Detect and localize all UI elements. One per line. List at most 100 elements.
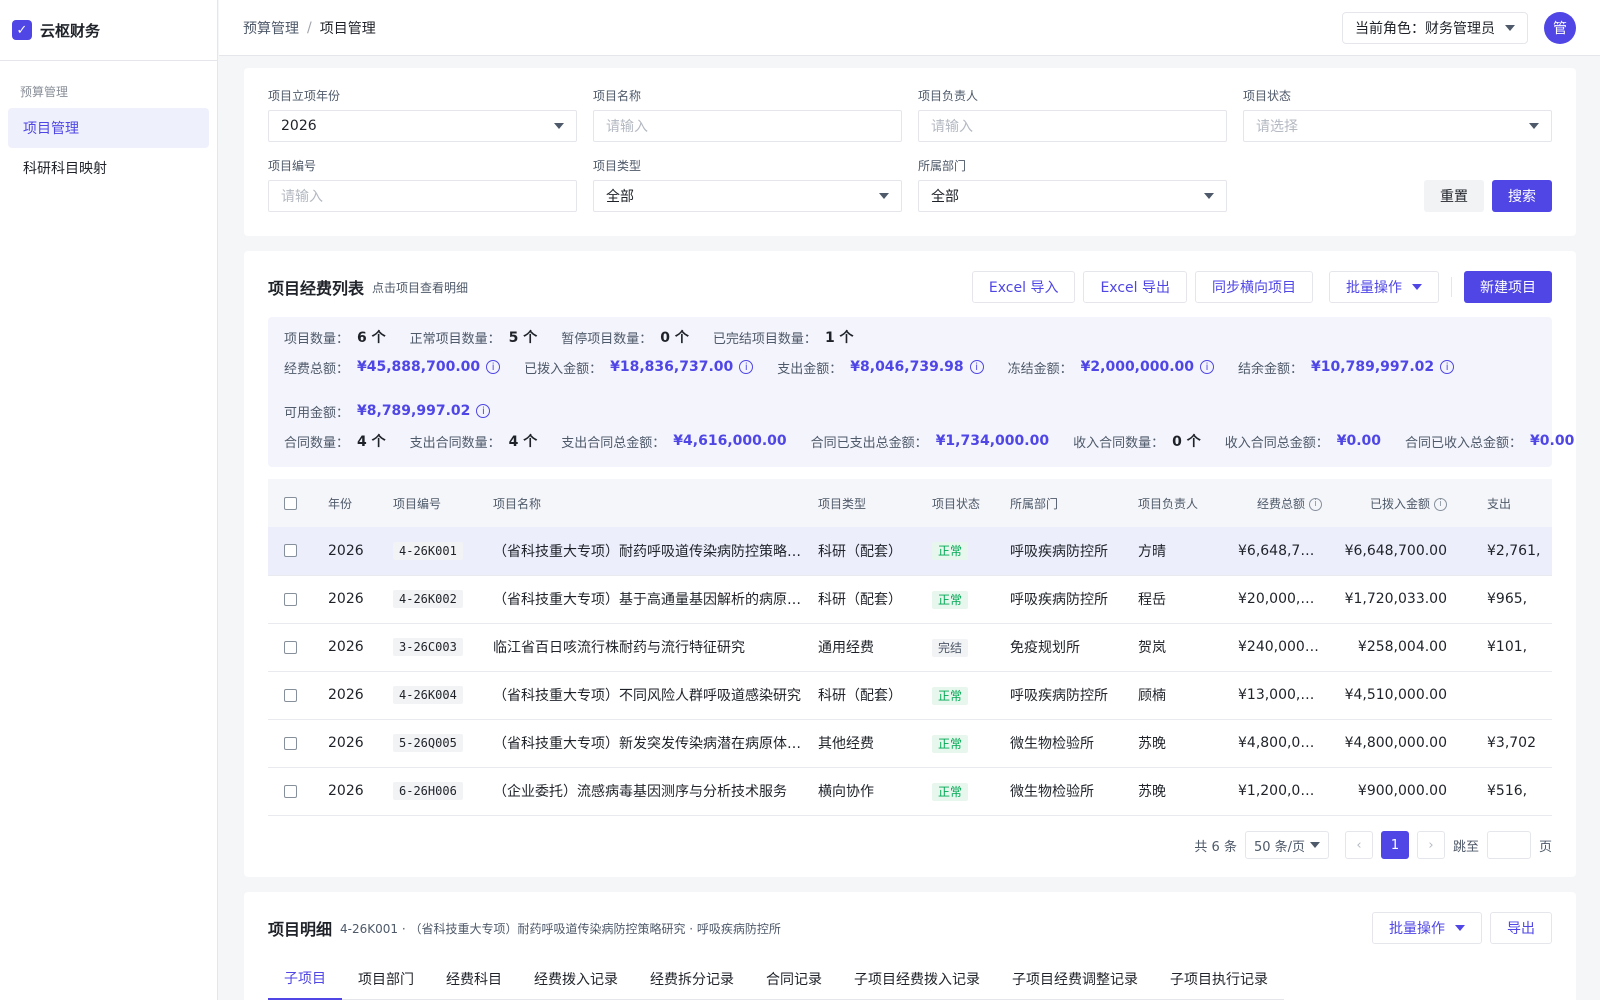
tab-project-dept[interactable]: 项目部门 — [342, 958, 430, 1000]
dept-select[interactable]: 全部 — [918, 180, 1227, 212]
search-button[interactable]: 搜索 — [1492, 180, 1552, 212]
owner-filter: 项目负责人 请输入 — [918, 88, 1227, 142]
table-row[interactable]: 2026 4-26K004 （省科技重大专项）不同风险人群呼吸道感染研究 科研（… — [268, 671, 1552, 720]
tab-fund-subject[interactable]: 经费科目 — [430, 958, 518, 1000]
info-icon[interactable]: i — [1309, 497, 1322, 511]
create-project-button[interactable]: 新建项目 — [1464, 271, 1552, 303]
row-select[interactable] — [268, 767, 320, 816]
brand[interactable]: ✓ 云枢财务 — [0, 0, 217, 61]
checkbox[interactable] — [284, 640, 297, 654]
table-row[interactable]: 2026 4-26K001 （省科技重大专项）耐药呼吸道传染病防控策略研究 科研… — [268, 527, 1552, 576]
status-filter: 项目状态 请选择 — [1243, 88, 1552, 142]
select-all[interactable] — [268, 479, 320, 527]
cell-name[interactable]: （省科技重大专项）新发突发传染病潜在病原体研究 — [485, 719, 810, 768]
sync-project-button[interactable]: 同步横向项目 — [1195, 271, 1313, 303]
table-row[interactable]: 2026 4-26K002 （省科技重大专项）基于高通量基因解析的病原体研究 科… — [268, 575, 1552, 624]
page-size-select[interactable]: 50 条/页 — [1244, 831, 1329, 859]
breadcrumb-budget[interactable]: 预算管理 — [243, 18, 299, 38]
cell-name[interactable]: （省科技重大专项）基于高通量基因解析的病原体研究 — [485, 575, 810, 624]
detail-batch-button[interactable]: 批量操作 — [1372, 912, 1482, 944]
tab-fund-allocation[interactable]: 经费拨入记录 — [518, 958, 634, 1000]
stat-value: ¥4,616,000.00 — [673, 433, 787, 449]
type-select[interactable]: 全部 — [593, 180, 902, 212]
year-filter: 项目立项年份 2026 — [268, 88, 577, 142]
stat-item: 合同数量： 4 个 — [284, 431, 386, 451]
checkbox[interactable] — [284, 688, 297, 702]
checkbox[interactable] — [284, 736, 297, 750]
excel-export-button[interactable]: Excel 导出 — [1083, 271, 1187, 303]
chevron-down-icon — [1412, 284, 1422, 290]
info-icon[interactable]: i — [1434, 497, 1447, 511]
project-detail-panel: 项目明细 4-26K001 · （省科技重大专项）耐药呼吸道传染病防控策略研究 … — [244, 892, 1576, 1000]
tab-contracts[interactable]: 合同记录 — [750, 958, 838, 1000]
sidebar: ✓ 云枢财务 预算管理 项目管理 科研科目映射 — [0, 0, 218, 1000]
cell-type: 其他经费 — [810, 719, 924, 768]
cell-spent — [1455, 671, 1552, 720]
info-icon[interactable]: i — [1440, 360, 1455, 374]
tab-sub-execution[interactable]: 子项目执行记录 — [1154, 958, 1284, 1000]
stat-value: ¥18,836,737.00 — [610, 359, 734, 375]
detail-export-button[interactable]: 导出 — [1490, 912, 1552, 944]
checkbox[interactable] — [284, 784, 297, 798]
info-icon[interactable]: i — [739, 360, 754, 374]
breadcrumb-separator: / — [307, 19, 312, 36]
page-number-1[interactable]: 1 — [1380, 831, 1409, 859]
excel-import-button[interactable]: Excel 导入 — [971, 271, 1076, 303]
table-row[interactable]: 2026 6-26H006 （企业委托）流感病毒基因测序与分析技术服务 横向协作… — [268, 767, 1552, 816]
cell-name[interactable]: （企业委托）流感病毒基因测序与分析技术服务 — [485, 767, 810, 816]
divider — [1451, 277, 1452, 297]
prev-page-button[interactable]: ‹ — [1344, 831, 1373, 859]
stat-value: 0 个 — [660, 330, 689, 346]
name-input[interactable]: 请输入 — [593, 110, 902, 142]
chevron-down-icon — [1505, 25, 1515, 31]
year-select[interactable]: 2026 — [268, 110, 577, 142]
reset-button[interactable]: 重置 — [1424, 180, 1484, 212]
sidebar-item-subject-mapping[interactable]: 科研科目映射 — [8, 148, 209, 188]
checkbox[interactable] — [284, 497, 297, 510]
column-header: 项目负责人 — [1130, 479, 1230, 527]
row-select[interactable] — [268, 527, 320, 576]
cell-dept: 免疫规划所 — [1002, 623, 1130, 672]
avatar[interactable]: 管 — [1544, 12, 1576, 44]
status-select[interactable]: 请选择 — [1243, 110, 1552, 142]
tab-sub-project[interactable]: 子项目 — [268, 958, 342, 1000]
cell-received: ¥900,000.00 — [1330, 767, 1455, 816]
jump-page-input[interactable] — [1486, 831, 1531, 859]
table-row[interactable]: 2026 5-26Q005 （省科技重大专项）新发突发传染病潜在病原体研究 其他… — [268, 719, 1552, 768]
checkbox[interactable] — [284, 592, 297, 606]
tab-fund-split[interactable]: 经费拆分记录 — [634, 958, 750, 1000]
next-page-button[interactable]: › — [1416, 831, 1445, 859]
tab-sub-allocation[interactable]: 子项目经费拨入记录 — [838, 958, 996, 1000]
stat-item: 冻结金额： ¥2,000,000.00 i — [1008, 358, 1215, 377]
info-icon[interactable]: i — [486, 360, 501, 374]
info-icon[interactable]: i — [1200, 360, 1215, 374]
info-icon[interactable]: i — [969, 360, 984, 374]
cell-code: 5-26Q005 — [385, 719, 485, 768]
cell-code: 6-26H006 — [385, 767, 485, 816]
code-input[interactable]: 请输入 — [268, 180, 577, 212]
cell-status: 完结 — [924, 623, 1002, 672]
stat-label: 合同数量： — [284, 435, 350, 451]
stats-row-contracts: 合同数量： 4 个 支出合同数量： 4 个 支出合同总金额： ¥4,616,000.0… — [284, 431, 1598, 451]
tab-sub-adjustment[interactable]: 子项目经费调整记录 — [996, 958, 1154, 1000]
row-select[interactable] — [268, 575, 320, 624]
cell-name[interactable]: 临江省百日咳流行株耐药与流行特征研究 — [485, 623, 810, 672]
status-select-placeholder: 请选择 — [1256, 119, 1298, 135]
stat-label: 收入合同总金额： — [1224, 435, 1329, 451]
cell-name[interactable]: （省科技重大专项）不同风险人群呼吸道感染研究 — [485, 671, 810, 720]
cell-code: 4-26K002 — [385, 575, 485, 624]
batch-operation-button[interactable]: 批量操作 — [1329, 271, 1439, 303]
row-select[interactable] — [268, 671, 320, 720]
cell-spent: ¥965, — [1455, 575, 1552, 624]
checkbox[interactable] — [284, 544, 297, 558]
role-select[interactable]: 当前角色：财务管理员 — [1342, 12, 1528, 44]
stat-item: 正常项目数量： 5 个 — [410, 327, 538, 347]
cell-name[interactable]: （省科技重大专项）耐药呼吸道传染病防控策略研究 — [485, 527, 810, 576]
row-select[interactable] — [268, 623, 320, 672]
info-icon[interactable]: i — [476, 404, 491, 418]
sidebar-item-project-management[interactable]: 项目管理 — [8, 108, 209, 148]
owner-input[interactable]: 请输入 — [918, 110, 1227, 142]
cell-type: 科研（配套） — [810, 671, 924, 720]
table-row[interactable]: 2026 3-26C003 临江省百日咳流行株耐药与流行特征研究 通用经费 完结… — [268, 623, 1552, 672]
row-select[interactable] — [268, 719, 320, 768]
